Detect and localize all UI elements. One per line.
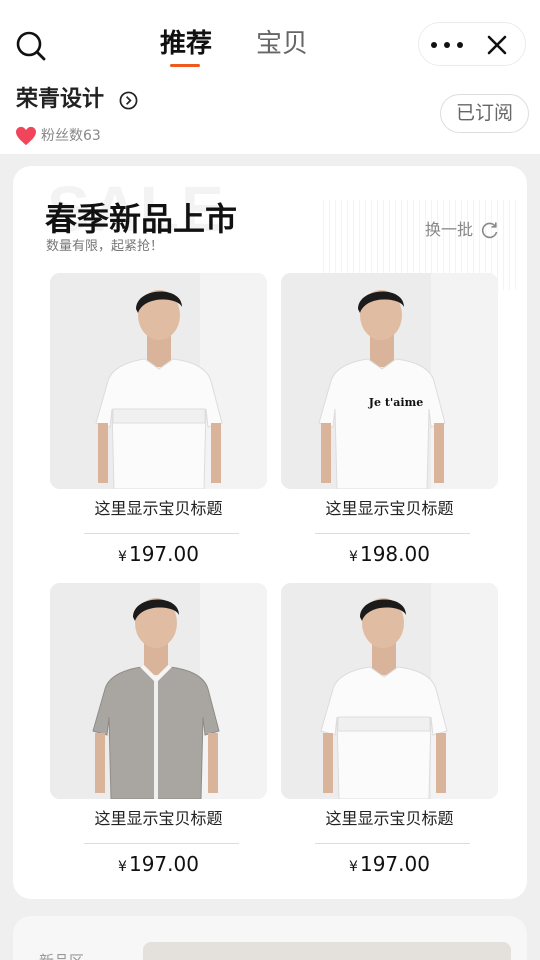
product-title[interactable]: 这里显示宝贝标题	[281, 497, 498, 521]
product-price: ¥197.00	[118, 542, 199, 566]
divider	[315, 843, 470, 844]
promo-title: 春季新品上市	[45, 200, 238, 238]
fans-count: 粉丝数63	[41, 128, 101, 144]
chevron-right-circle-icon[interactable]	[119, 91, 138, 110]
heart-icon	[16, 126, 36, 146]
product-title[interactable]: 这里显示宝贝标题	[281, 807, 498, 831]
search-icon[interactable]	[14, 29, 48, 63]
tab-items[interactable]: 宝贝	[256, 26, 308, 62]
divider	[84, 843, 239, 844]
divider	[315, 533, 470, 534]
refresh-icon[interactable]	[480, 220, 500, 240]
subscribe-button[interactable]: 已订阅	[440, 94, 529, 133]
tab-bar: 推荐 宝贝	[160, 26, 320, 70]
tab-recommend[interactable]: 推荐	[160, 26, 212, 62]
promo-card: SALE 春季新品上市 数量有限，起紧抢！ 换一批 这里显示宝贝标题 ¥197.…	[13, 166, 527, 899]
more-icon[interactable]	[431, 35, 463, 55]
top-bar: 推荐 宝贝	[0, 0, 540, 84]
product-image[interactable]	[281, 583, 498, 799]
shop-name[interactable]: 荣青设计	[16, 84, 104, 116]
shop-header: 荣青设计 粉丝数63 已订阅	[0, 84, 540, 154]
mini-program-capsule	[418, 22, 526, 66]
shirt-print-text: Je t'aime	[368, 396, 423, 409]
divider	[84, 533, 239, 534]
active-tab-indicator	[170, 64, 200, 67]
product-image[interactable]	[50, 583, 267, 799]
promo-subtitle: 数量有限，起紧抢！	[46, 239, 164, 254]
product-price: ¥197.00	[349, 852, 430, 876]
product-title[interactable]: 这里显示宝贝标题	[50, 497, 267, 521]
product-price: ¥198.00	[349, 542, 430, 566]
close-icon[interactable]	[485, 33, 509, 57]
product-price: ¥197.00	[118, 852, 199, 876]
next-section-card: 新品区	[13, 916, 527, 960]
product-image[interactable]	[50, 273, 267, 489]
next-section-label[interactable]: 新品区	[39, 950, 84, 960]
product-image[interactable]: Je t'aime	[281, 273, 498, 489]
product-title[interactable]: 这里显示宝贝标题	[50, 807, 267, 831]
next-section-banner[interactable]	[143, 942, 511, 960]
refresh-button[interactable]: 换一批	[425, 219, 473, 241]
